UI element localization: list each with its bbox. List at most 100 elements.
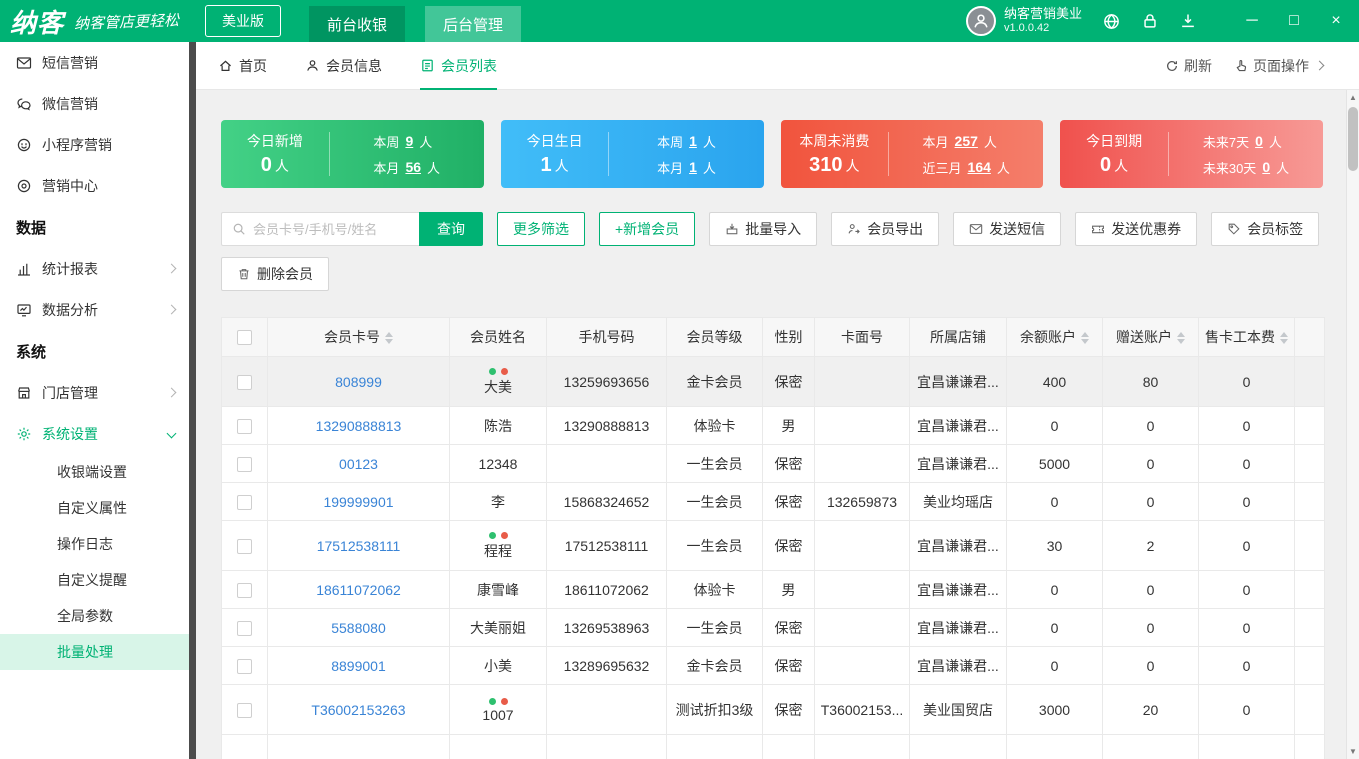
- send-coupon-button[interactable]: 发送优惠券: [1075, 212, 1198, 246]
- sidebar-subitem-batch-processing[interactable]: 批量处理: [0, 634, 189, 670]
- row-checkbox[interactable]: [237, 538, 252, 554]
- avatar[interactable]: [965, 6, 996, 36]
- sidebar-item-label: 短信营销: [42, 54, 98, 71]
- row-checkbox[interactable]: [237, 658, 252, 674]
- stat-metric[interactable]: 本月 56 人: [373, 158, 440, 177]
- stat-metric[interactable]: 近三月 164 人: [923, 158, 1010, 177]
- metric-label: 本月: [922, 134, 949, 150]
- sort-icon[interactable]: [1280, 332, 1288, 345]
- minimize-button[interactable]: ─: [1243, 12, 1261, 30]
- delete-member-button[interactable]: 删除会员: [221, 257, 329, 291]
- scroll-up-arrow[interactable]: ▲: [1347, 93, 1359, 102]
- sort-icon[interactable]: [385, 332, 393, 345]
- sidebar-item-miniprogram-marketing[interactable]: 小程序营销: [0, 124, 189, 165]
- tab-member-info[interactable]: 会员信息: [305, 42, 382, 90]
- download-icon[interactable]: [1179, 12, 1197, 30]
- sidebar-item-statistics-report[interactable]: 统计报表: [0, 248, 189, 289]
- tab-member-list[interactable]: 会员列表: [420, 42, 497, 90]
- metric-unit: 人: [419, 134, 433, 150]
- close-button[interactable]: ×: [1327, 12, 1345, 30]
- cell-store: 宜昌谦谦君...: [909, 444, 1007, 483]
- more-filters-button[interactable]: 更多筛选: [497, 212, 585, 246]
- member-card-link[interactable]: 18611072062: [316, 582, 401, 598]
- sidebar-subitem-custom-reminder[interactable]: 自定义提醒: [0, 562, 189, 598]
- refresh-button[interactable]: 刷新: [1165, 56, 1212, 76]
- member-card-link[interactable]: 17512538111: [317, 538, 401, 554]
- globe-icon[interactable]: [1102, 12, 1121, 31]
- sidebar-scrollbar[interactable]: [189, 42, 196, 759]
- sidebar-subitem-custom-properties[interactable]: 自定义属性: [0, 490, 189, 526]
- account-info[interactable]: 纳客营销美业 v1.0.0.42: [965, 6, 1082, 36]
- member-name: 小美: [484, 657, 512, 674]
- col-balance[interactable]: 余额账户: [1006, 317, 1103, 357]
- scrollbar-thumb[interactable]: [1348, 107, 1358, 171]
- tab-home[interactable]: 首页: [218, 42, 267, 90]
- row-checkbox[interactable]: [237, 702, 252, 718]
- scroll-down-arrow[interactable]: ▼: [1347, 747, 1359, 756]
- button-label: 删除会员: [257, 266, 313, 282]
- row-checkbox[interactable]: [237, 582, 252, 598]
- envelope-icon: [969, 224, 983, 234]
- cell-store: 美业国贸店: [909, 684, 1007, 735]
- sidebar-subitem-operation-log[interactable]: 操作日志: [0, 526, 189, 562]
- row-checkbox[interactable]: [237, 374, 252, 390]
- batch-import-button[interactable]: 批量导入: [709, 212, 818, 246]
- add-member-button[interactable]: +新增会员: [599, 212, 696, 246]
- stat-metric[interactable]: 本周 1 人: [657, 132, 716, 151]
- lock-icon[interactable]: [1141, 12, 1159, 30]
- sidebar-item-data-analysis[interactable]: 数据分析: [0, 289, 189, 330]
- member-export-button[interactable]: 会员导出: [831, 212, 940, 246]
- row-checkbox[interactable]: [237, 456, 252, 472]
- account-name: 纳客营销美业: [1003, 6, 1082, 21]
- status-dot-green: [488, 368, 496, 375]
- cell-card-no: 17512538111: [267, 520, 450, 571]
- cell-extra: [1294, 406, 1325, 445]
- select-all-checkbox[interactable]: [237, 330, 252, 346]
- trash-icon: [239, 269, 249, 280]
- member-card-link[interactable]: 5588080: [331, 620, 386, 636]
- button-label: 会员导出: [867, 221, 924, 237]
- member-tag-button[interactable]: 会员标签: [1211, 212, 1320, 246]
- sort-icon[interactable]: [1081, 332, 1089, 345]
- member-card-link[interactable]: 8899001: [331, 658, 386, 674]
- query-button[interactable]: 查询: [419, 212, 483, 246]
- stat-metric[interactable]: 未来7天 0 人: [1203, 132, 1282, 151]
- col-gift[interactable]: 赠送账户: [1102, 317, 1199, 357]
- sidebar-item-label: 门店管理: [42, 384, 98, 401]
- member-card-link[interactable]: 00123: [339, 456, 378, 472]
- cell-gender: 保密: [762, 482, 815, 521]
- member-card-link[interactable]: 808999: [335, 374, 382, 390]
- send-sms-button[interactable]: 发送短信: [953, 212, 1062, 246]
- maximize-button[interactable]: □: [1285, 12, 1303, 30]
- member-card-link[interactable]: 199999901: [323, 494, 393, 510]
- row-checkbox[interactable]: [237, 418, 252, 434]
- sidebar-item-sms-marketing[interactable]: 短信营销: [0, 42, 189, 83]
- col-card-fee[interactable]: 售卡工本费: [1198, 317, 1295, 357]
- stat-metric[interactable]: 本周 9 人: [373, 132, 432, 151]
- edition-button[interactable]: 美业版: [205, 5, 282, 37]
- sidebar-item-wechat-marketing[interactable]: 微信营销: [0, 83, 189, 124]
- metric-label: 本周: [373, 134, 400, 150]
- nav-front-cashier[interactable]: 前台收银: [309, 6, 406, 42]
- member-card-link[interactable]: T36002153263: [311, 702, 405, 718]
- nav-backend-management[interactable]: 后台管理: [425, 6, 522, 42]
- sort-icon[interactable]: [1177, 332, 1185, 345]
- page-operations-button[interactable]: 页面操作: [1234, 56, 1325, 76]
- sidebar-subitem-cashier-settings[interactable]: 收银端设置: [0, 454, 189, 490]
- content-scrollbar[interactable]: ▲ ▼: [1346, 90, 1359, 759]
- member-card-link[interactable]: 13290888813: [316, 418, 402, 434]
- sidebar-subitem-global-params[interactable]: 全局参数: [0, 598, 189, 634]
- row-checkbox[interactable]: [237, 494, 252, 510]
- stat-metric[interactable]: 本月 257 人: [923, 132, 997, 151]
- col-card-no[interactable]: 会员卡号: [267, 317, 450, 357]
- search-input[interactable]: [253, 221, 409, 237]
- stat-metric[interactable]: 未来30天 0 人: [1203, 158, 1289, 177]
- sidebar-item-system-settings[interactable]: 系统设置: [0, 413, 189, 454]
- row-checkbox[interactable]: [237, 620, 252, 636]
- metric-value: 9: [405, 133, 414, 149]
- table-row: 5588080 大美丽姐 13269538963 一生会员 保密 宜昌谦谦君... 0 0 0: [221, 608, 1325, 647]
- tag-icon: [1228, 223, 1240, 235]
- sidebar-item-marketing-center[interactable]: 营销中心: [0, 165, 189, 206]
- stat-metric[interactable]: 本月 1 人: [657, 158, 716, 177]
- sidebar-item-store-management[interactable]: 门店管理: [0, 372, 189, 413]
